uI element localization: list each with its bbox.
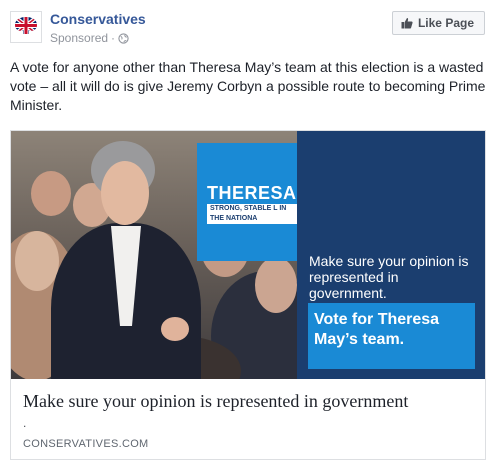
like-page-button[interactable]: Like Page	[391, 11, 485, 35]
ad-cta-box: Vote for Theresa May’s team.	[308, 303, 475, 369]
link-domain: CONSERVATIVES.COM	[23, 438, 149, 450]
page-avatar[interactable]	[10, 11, 42, 43]
link-title[interactable]: Make sure your opinion is represented in…	[23, 391, 408, 412]
meta-separator: ·	[111, 31, 116, 45]
crowd-figure	[31, 171, 71, 216]
sign-strip-text: STRONG, STABLE L IN THE NATIONA	[207, 204, 305, 224]
post-body-text: A vote for anyone other than Theresa May…	[10, 59, 486, 113]
thumbs-up-icon	[401, 18, 413, 29]
page-name-link[interactable]: Conservatives	[50, 11, 146, 27]
link-description: .	[23, 416, 27, 430]
crowd-figure	[15, 231, 59, 291]
campaign-sign: THERESA STRONG, STABLE L IN THE NATIONA	[197, 143, 305, 261]
photo-background: THERESA STRONG, STABLE L IN THE NATIONA	[11, 131, 321, 379]
union-jack-tree-logo-icon	[13, 14, 39, 40]
link-preview-card[interactable]: THERESA STRONG, STABLE L IN THE NATIONA …	[10, 130, 486, 460]
globe-icon[interactable]	[118, 33, 129, 44]
speaker-face	[101, 161, 149, 225]
ad-message: Make sure your opinion is represented in…	[309, 253, 469, 301]
sponsored-label[interactable]: Sponsored	[50, 31, 108, 45]
ad-image[interactable]: THERESA STRONG, STABLE L IN THE NATIONA …	[11, 131, 485, 379]
speaker-hand	[161, 317, 189, 341]
like-page-label: Like Page	[417, 16, 474, 30]
post-meta: Sponsored ·	[50, 31, 129, 45]
sponsored-post: Conservatives Sponsored · Like Page A vot…	[0, 0, 497, 470]
crowd-figure	[255, 257, 297, 313]
sign-text: THERESA	[207, 183, 297, 203]
